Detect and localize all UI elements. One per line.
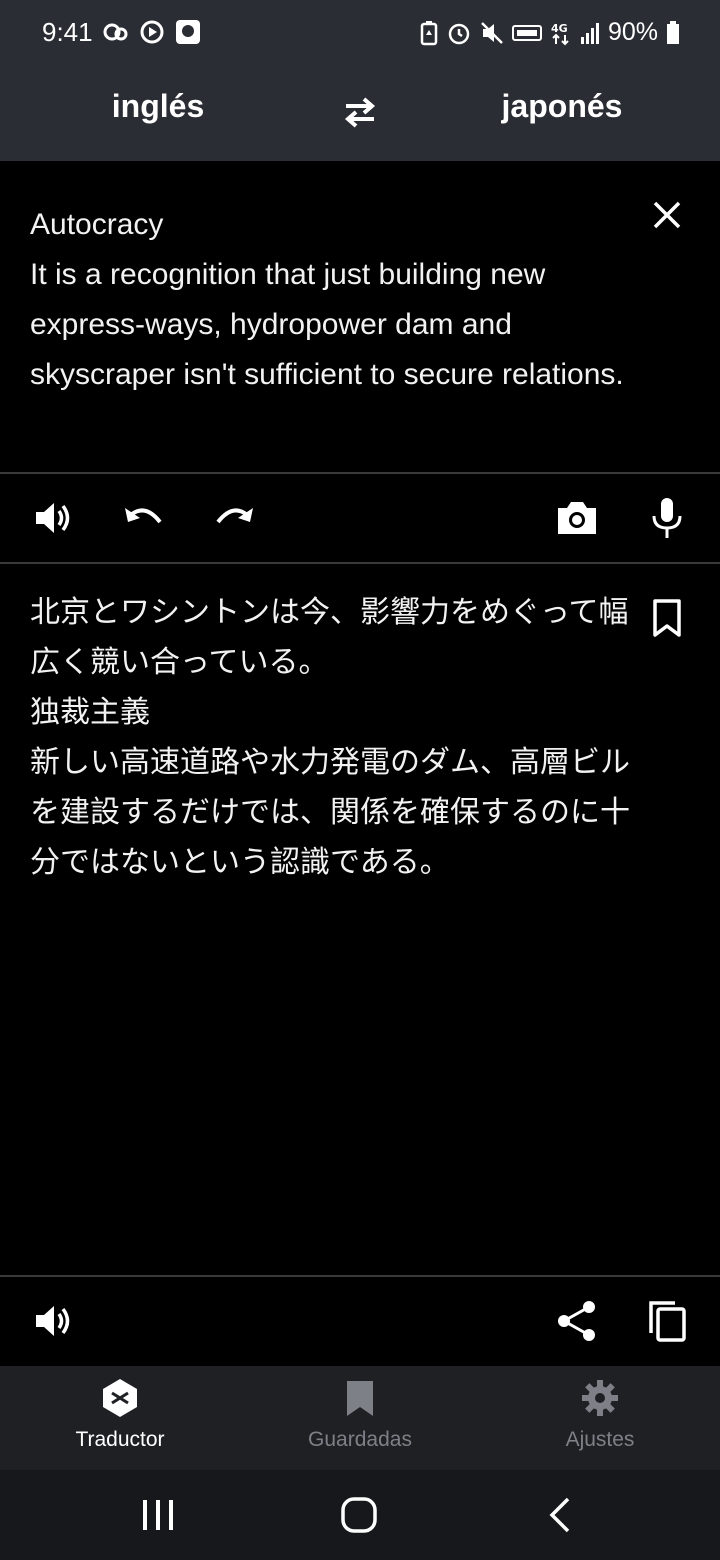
result-divider — [0, 1275, 720, 1277]
camera-icon[interactable] — [555, 496, 599, 540]
status-time: 9:41 — [42, 17, 93, 47]
translation-result-text: 北京とワシントンは今、影響力をめぐって幅広く競い合っている。 独裁主義 新しい高… — [30, 595, 630, 880]
translator-icon — [103, 1379, 137, 1417]
svg-text:4G: 4G — [551, 22, 568, 35]
nav-item-guardadas[interactable]: Guardadas — [240, 1366, 480, 1470]
back-icon[interactable] — [538, 1492, 584, 1538]
nav-label-traductor: Traductor — [75, 1428, 165, 1451]
4g-icon: 4G — [551, 22, 569, 45]
status-bar: 9:41 4G 90% — [0, 0, 720, 64]
nav-item-traductor[interactable]: Traductor — [0, 1366, 240, 1470]
redo-icon[interactable] — [212, 496, 256, 540]
undo-icon[interactable] — [122, 496, 166, 540]
gear-icon — [582, 1380, 618, 1416]
recents-icon[interactable] — [135, 1492, 181, 1538]
link-icon — [103, 23, 128, 41]
saved-bookmark-icon — [347, 1381, 373, 1416]
status-left-icons — [102, 18, 202, 46]
mute-icon — [481, 21, 503, 44]
source-language-button[interactable]: inglés — [33, 88, 283, 125]
signal-icon — [580, 22, 599, 44]
alarm-icon — [448, 23, 470, 44]
toolbar-divider — [0, 562, 720, 564]
microphone-icon[interactable] — [645, 496, 689, 540]
battery-saver-icon — [420, 20, 438, 45]
battery-icon — [667, 20, 679, 44]
result-speaker-icon[interactable] — [32, 1299, 76, 1343]
language-bar: inglés japonés — [0, 64, 720, 161]
nav-item-ajustes[interactable]: Ajustes — [480, 1366, 720, 1470]
copy-icon[interactable] — [645, 1299, 689, 1343]
nav-label-ajustes: Ajustes — [565, 1428, 635, 1451]
nav-label-guardadas: Guardadas — [308, 1428, 412, 1451]
volte-icon — [511, 24, 542, 41]
system-navigation-bar — [0, 1470, 720, 1560]
close-icon[interactable] — [648, 196, 686, 234]
source-divider — [0, 472, 720, 474]
target-language-button[interactable]: japonés — [437, 88, 687, 125]
share-icon[interactable] — [555, 1299, 599, 1343]
bookmark-icon[interactable] — [650, 598, 684, 638]
app-icon — [176, 20, 200, 44]
swap-arrows-icon[interactable] — [340, 92, 380, 132]
battery-percent: 90% — [607, 18, 658, 46]
source-text-input[interactable]: Autocracy It is a recognition that just … — [30, 200, 640, 400]
bottom-navigation: Traductor Guardadas Ajustes — [0, 1366, 720, 1470]
home-icon[interactable] — [336, 1492, 382, 1538]
record-icon — [140, 20, 164, 44]
status-right-icons: 4G 90% — [420, 18, 680, 47]
speaker-icon[interactable] — [32, 496, 76, 540]
